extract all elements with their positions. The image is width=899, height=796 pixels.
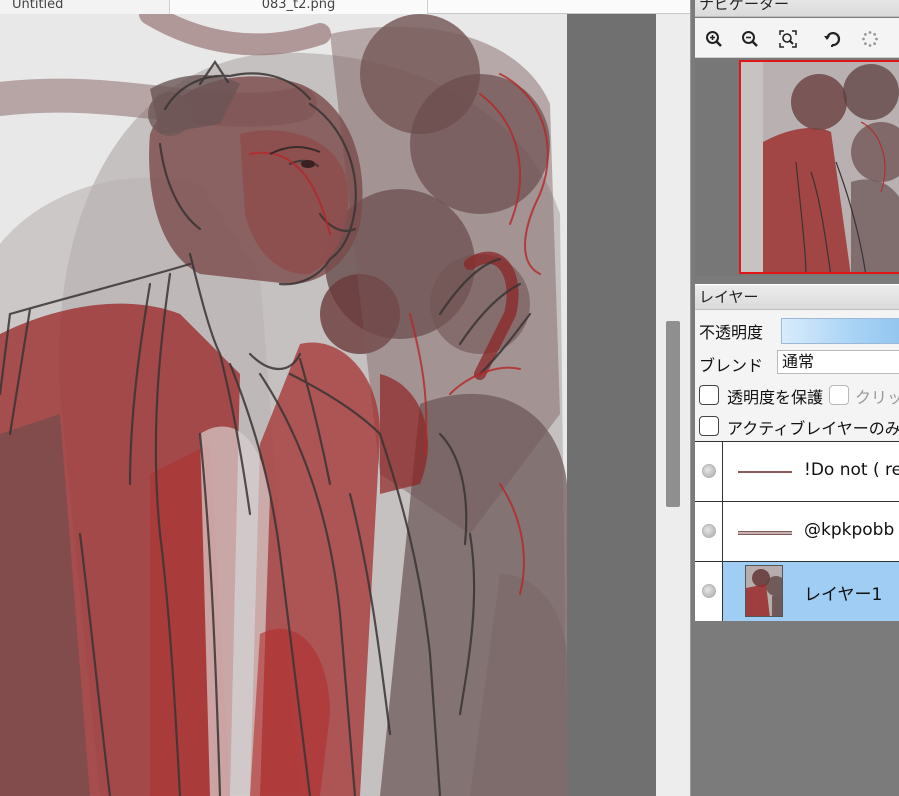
zoom-in-icon[interactable] [703,28,725,50]
canvas-area [0,14,690,796]
clipping-checkbox[interactable] [829,385,849,405]
layer-visibility-toggle[interactable] [695,562,723,621]
clipping-label: クリッピング [855,388,899,407]
layers-title: レイヤー [699,288,759,306]
layer-row[interactable]: @kpkpobb 2 [695,502,899,562]
right-panel: ナビゲーター レイヤー 不透明度 ブレンド 通常 透明度を保護 クリッ アクティ… [690,0,899,796]
opacity-slider[interactable] [781,318,899,344]
tab-label: Untitled [12,0,64,12]
layers-header: レイヤー [695,284,899,310]
blend-label: ブレンド [699,356,764,375]
layer-row[interactable]: !Do not ( re [695,442,899,502]
layer-list-empty-area [695,621,899,796]
drawing-canvas[interactable] [0,14,567,796]
artwork [0,14,567,796]
navigator-thumbnail [741,62,899,272]
rotate-reset-icon[interactable] [821,28,843,50]
active-layer-only-checkbox[interactable] [699,416,719,436]
blend-mode-select[interactable]: 通常 [777,350,899,374]
zoom-out-icon[interactable] [739,28,761,50]
paint-app-window: Untitled 083_t2.png ナビゲーター レイヤー 不透明度 ブレン… [0,0,899,796]
zoom-fit-icon[interactable] [777,28,799,50]
layer-name: !Do not ( re [804,460,899,480]
preserve-opacity-label: 透明度を保護 [727,388,823,407]
navigator-view-frame[interactable] [739,60,899,274]
layer-thumbnail [738,471,792,473]
loading-spinner-icon[interactable] [859,28,881,50]
active-layer-only-label: アクティブレイヤーのみ表示 [727,419,899,438]
layer-thumbnail [745,565,783,617]
layer-properties: 不透明度 ブレンド 通常 透明度を保護 クリッピング アクティブレイヤーのみ表示 [695,310,899,442]
navigator-preview[interactable] [695,58,899,276]
layer-name: @kpkpobb 2 [804,520,899,540]
navigator-header: ナビゲーター [695,0,899,17]
navigator-title: ナビゲーター [699,0,790,13]
preserve-opacity-checkbox[interactable] [699,385,719,405]
layer-list: !Do not ( re @kpkpobb 2 [695,441,899,622]
tab-label: 083_t2.png [261,0,336,12]
tab-untitled[interactable]: Untitled [0,0,170,14]
layer-visibility-toggle[interactable] [695,442,723,501]
layer-name: レイヤー1 [804,585,883,605]
vertical-scrollbar-thumb[interactable] [666,321,680,507]
eye-icon [702,464,716,478]
navigator-toolbar [695,18,899,58]
tab-083-t2[interactable]: 083_t2.png [170,0,428,14]
vertical-scrollbar[interactable] [656,14,690,796]
blend-mode-value: 通常 [782,352,815,371]
eye-icon [702,524,716,538]
layer-visibility-toggle[interactable] [695,502,723,561]
document-tab-bar: Untitled 083_t2.png [0,0,690,14]
eye-icon [702,584,716,598]
opacity-label: 不透明度 [699,323,764,342]
layer-thumbnail-image [746,566,782,616]
layer-thumbnail [738,531,792,535]
layer-row-active[interactable]: レイヤー1 [695,562,899,622]
